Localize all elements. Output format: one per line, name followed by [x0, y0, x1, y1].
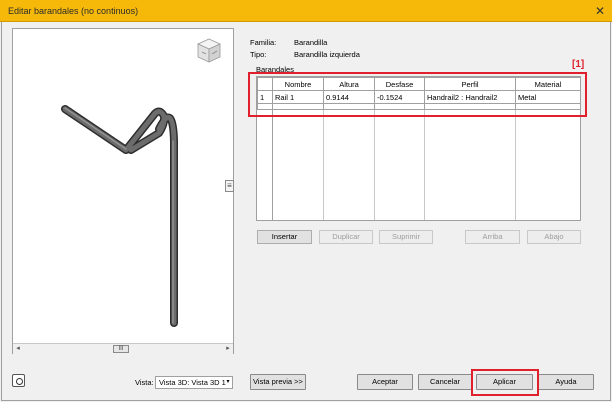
column-divider [323, 110, 324, 220]
annotation-box-table [248, 72, 587, 117]
tipo-label: Tipo: [250, 50, 267, 59]
preview-splitter-handle[interactable]: ≡ [225, 180, 234, 192]
window-title: Editar barandales (no continuos) [8, 6, 139, 16]
tipo-value: Barandilla izquierda [294, 50, 360, 59]
row-header-column [257, 110, 273, 220]
column-divider [374, 110, 375, 220]
column-divider [424, 110, 425, 220]
vista-dropdown-value: Vista 3D: Vista 3D 1 [159, 378, 226, 387]
help-button[interactable]: Ayuda [538, 374, 594, 390]
vista-label: Vista: [135, 378, 154, 387]
scroll-right-arrow-icon[interactable]: ▸ [223, 344, 233, 354]
viewport-options-icon[interactable] [12, 374, 25, 387]
vista-dropdown[interactable]: Vista 3D: Vista 3D 1 ▾ [155, 376, 233, 389]
chevron-down-icon[interactable]: ▾ [224, 377, 232, 388]
title-bar: Editar barandales (no continuos) ✕ [0, 0, 612, 22]
scroll-left-arrow-icon[interactable]: ◂ [13, 344, 23, 354]
preview-toggle-button[interactable]: Vista previa >> [250, 374, 306, 390]
move-up-button[interactable]: Arriba [465, 230, 520, 244]
ok-button[interactable]: Aceptar [357, 374, 413, 390]
cancel-button[interactable]: Cancelar [418, 374, 472, 390]
annotation-box-apply [471, 369, 539, 396]
familia-label: Familia: [250, 38, 277, 47]
move-down-button[interactable]: Abajo [527, 230, 581, 244]
duplicate-button[interactable]: Duplicar [319, 230, 373, 244]
rail-3d-model [61, 105, 178, 327]
insert-button[interactable]: Insertar [257, 230, 312, 244]
close-button[interactable]: ✕ [592, 3, 608, 19]
preview-horizontal-scrollbar[interactable]: ◂ III ▸ [13, 343, 233, 354]
familia-value: Barandilla [294, 38, 328, 47]
annotation-label: [1] [572, 59, 585, 70]
scroll-thumb[interactable]: III [113, 345, 129, 353]
column-divider [515, 110, 516, 220]
delete-button[interactable]: Suprimir [379, 230, 433, 244]
preview-viewport[interactable]: ≡ ◂ III ▸ [12, 28, 234, 354]
